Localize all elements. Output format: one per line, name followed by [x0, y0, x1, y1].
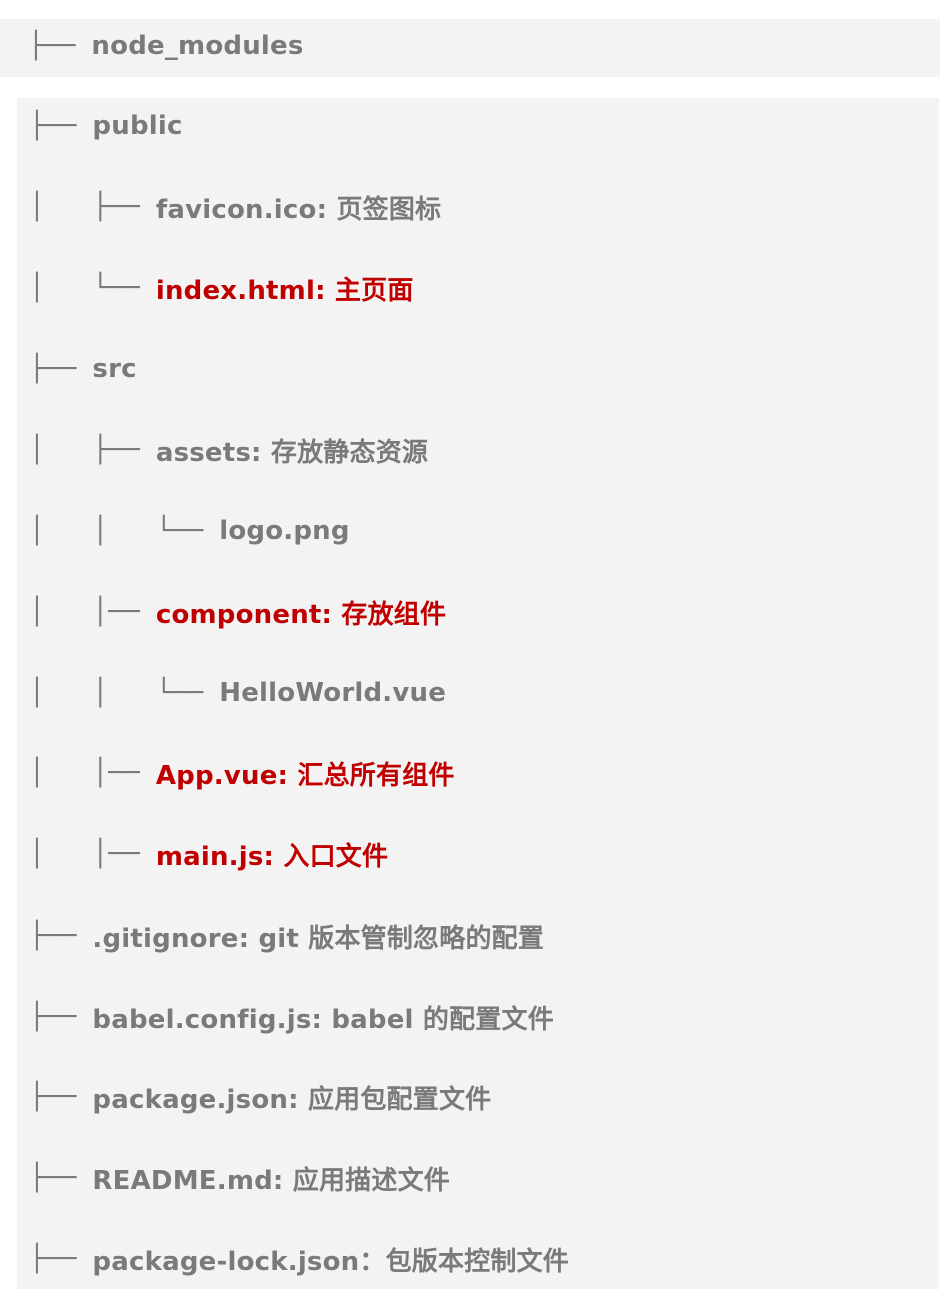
tree-item-label: package-lock.json：包版本控制文件: [92, 1246, 569, 1277]
tree-line-node-modules: ├── node_modules: [28, 26, 304, 66]
tree-branch-prefix: ├──: [29, 1002, 93, 1032]
tree-branch-prefix: ├──: [29, 921, 93, 951]
tree-item-label: .gitignore: git 版本管制忽略的配置: [92, 923, 545, 954]
tree-item-label: assets: 存放静态资源: [155, 437, 429, 468]
tree-branch-prefix: │ └──: [29, 273, 156, 303]
tree-branch-prefix: ├──: [29, 1082, 93, 1112]
tree-item-label: babel.config.js: babel 的配置文件: [92, 1004, 554, 1035]
tree-branch-prefix: │ │ └──: [29, 516, 220, 546]
tree-item-label: README.md: 应用描述文件: [92, 1165, 450, 1196]
tree-branch-prefix: ├──: [29, 354, 93, 384]
tree-branch-prefix: │ ├──: [29, 192, 156, 222]
tree-branch-prefix: ├──: [29, 1163, 93, 1193]
tree-item-label: main.js: 入口文件: [155, 841, 389, 872]
tree-line-component: │ │── component: 存放组件: [29, 592, 446, 632]
tree-item-label: package.json: 应用包配置文件: [92, 1084, 492, 1115]
tree-branch-prefix: │ │──: [29, 758, 156, 788]
tree-line-logo: │ │ └── logo.png: [29, 511, 350, 551]
tree-item-label: src: [92, 354, 137, 384]
tree-line-index-html: │ └── index.html: 主页面: [29, 268, 414, 308]
tree-item-label: App.vue: 汇总所有组件: [155, 760, 455, 791]
tree-line-app-vue: │ │── App.vue: 汇总所有组件: [29, 753, 455, 793]
tree-branch-prefix: │ │──: [29, 597, 156, 627]
tree-line-babel-config: ├── babel.config.js: babel 的配置文件: [29, 997, 554, 1037]
tree-line-main-js: │ │── main.js: 入口文件: [29, 834, 388, 874]
tree-line-public: ├── public: [29, 106, 183, 146]
tree-line-helloworld: │ │ └── HelloWorld.vue: [29, 673, 446, 713]
tree-item-label: node_modules: [91, 31, 304, 61]
tree-line-package-lock: ├── package-lock.json：包版本控制文件: [29, 1239, 569, 1279]
tree-item-label: public: [92, 111, 183, 141]
tree-item-label: component: 存放组件: [155, 599, 447, 630]
tree-line-favicon: │ ├── favicon.ico: 页签图标: [29, 187, 441, 227]
tree-item-label: index.html: 主页面: [155, 275, 414, 306]
tree-branch-prefix: ├──: [28, 31, 92, 61]
tree-line-readme: ├── README.md: 应用描述文件: [29, 1158, 450, 1198]
tree-line-gitignore: ├── .gitignore: git 版本管制忽略的配置: [29, 916, 544, 956]
tree-item-label: favicon.ico: 页签图标: [155, 194, 442, 225]
tree-branch-prefix: │ │ └──: [29, 678, 220, 708]
tree-item-label: HelloWorld.vue: [219, 678, 447, 708]
tree-line-package-json: ├── package.json: 应用包配置文件: [29, 1077, 491, 1117]
tree-branch-prefix: │ ├──: [29, 435, 156, 465]
tree-line-src: ├── src: [29, 349, 137, 389]
top-code-block: ├── node_modules: [0, 19, 940, 77]
tree-branch-prefix: │ │──: [29, 839, 156, 869]
main-code-block: ├── public │ ├── favicon.ico: 页签图标 │ └──…: [17, 98, 939, 1289]
tree-branch-prefix: ├──: [29, 111, 93, 141]
tree-item-label: logo.png: [219, 516, 350, 546]
tree-branch-prefix: ├──: [29, 1244, 93, 1274]
tree-line-assets: │ ├── assets: 存放静态资源: [29, 430, 428, 470]
